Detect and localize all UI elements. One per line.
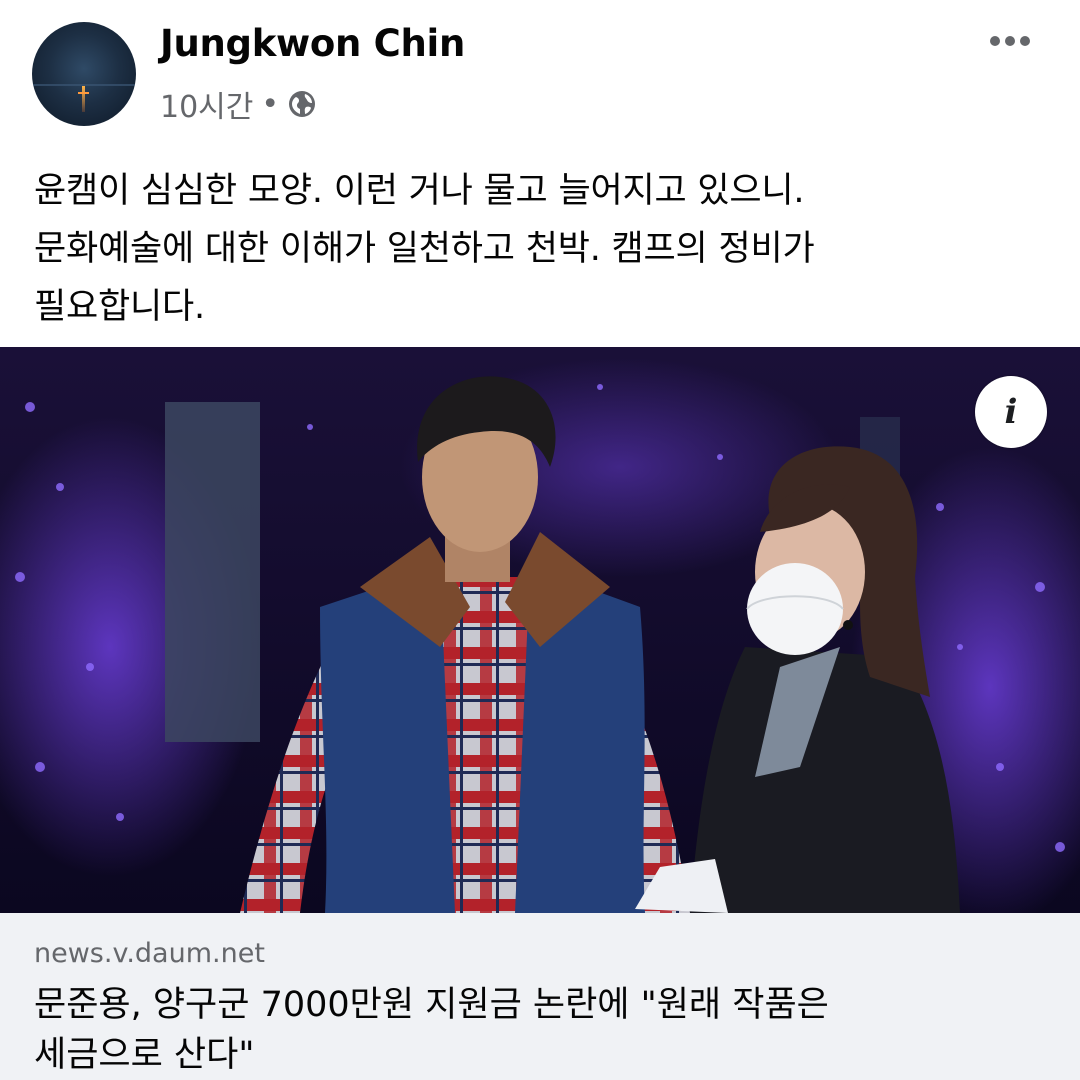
post-time[interactable]: 10시간 [160,82,253,126]
link-headline-line: 문준용, 양구군 7000만원 지원금 논란에 "원래 작품은 [34,985,829,1025]
post-header: Jungkwon Chin 10시간 • [0,0,1080,150]
post-meta: 10시간 • [160,82,317,126]
globe-icon [289,91,316,117]
link-preview-photo[interactable] [0,347,1080,913]
post-text-line: 필요합니다. [34,287,205,327]
link-headline-line: 세금으로 산다" [34,1035,255,1075]
post-text-line: 윤캠이 심심한 모양. 이런 거나 물고 늘어지고 있으니. [34,171,805,211]
info-icon[interactable]: i [975,376,1047,448]
post-text: 윤캠이 심심한 모양. 이런 거나 물고 늘어지고 있으니. 문화예술에 대한 … [34,162,1044,336]
link-domain: news.v.daum.net [34,938,265,969]
photo-illustration [0,347,1080,913]
more-options-icon[interactable] [986,30,1034,50]
meta-separator: • [261,86,280,122]
author-avatar[interactable] [32,22,136,126]
post-text-line: 문화예술에 대한 이해가 일천하고 천박. 캠프의 정비가 [34,229,815,269]
author-name[interactable]: Jungkwon Chin [160,22,465,65]
link-headline[interactable]: 문준용, 양구군 7000만원 지원금 논란에 "원래 작품은 세금으로 산다" [34,980,1044,1080]
